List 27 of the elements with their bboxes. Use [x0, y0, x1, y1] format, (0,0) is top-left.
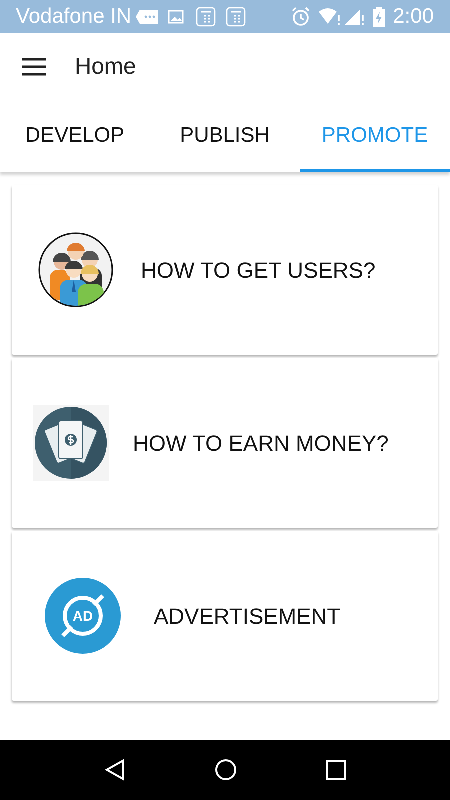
menu-card[interactable]: AD ADVERTISEMENT [12, 531, 438, 701]
signal-icon [345, 8, 366, 26]
message-icon [136, 10, 158, 24]
menu-card[interactable]: HOW TO EARN MONEY? [12, 358, 438, 528]
alarm-icon [291, 6, 312, 26]
toolbar-title: Home [75, 52, 136, 82]
menu-icon[interactable] [22, 58, 46, 76]
prohibition-icon [61, 594, 105, 638]
back-icon[interactable] [104, 759, 126, 781]
wifi-icon [319, 8, 342, 26]
ad-label: AD [72, 609, 94, 623]
people-group-icon [38, 232, 114, 308]
image-icon [168, 10, 184, 24]
recent-apps-icon[interactable] [326, 760, 346, 780]
cash-icon [33, 405, 109, 481]
carrier-name: Vodafone IN [16, 6, 132, 27]
clock-time: 2:00 [393, 6, 434, 27]
home-icon[interactable] [214, 759, 237, 781]
battery-icon [373, 6, 386, 26]
card-title: HOW TO GET USERS? [141, 256, 376, 284]
tab[interactable]: DEVELOP [0, 100, 150, 172]
menu-card[interactable]: HOW TO GET USERS? [12, 185, 438, 355]
card-title: HOW TO EARN MONEY? [133, 430, 389, 458]
calendar-icon [196, 6, 216, 26]
card-title: ADVERTISEMENT [154, 602, 341, 630]
calendar-icon [226, 6, 246, 26]
tab[interactable]: PUBLISH [150, 100, 300, 172]
